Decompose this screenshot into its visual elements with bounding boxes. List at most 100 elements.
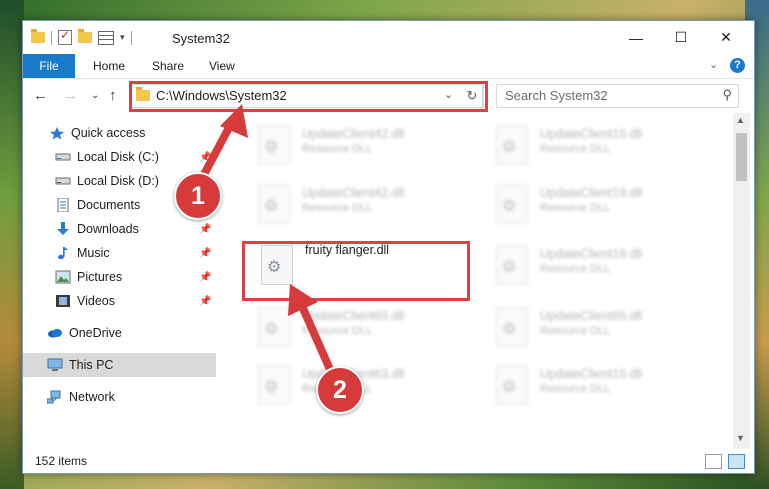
tab-home[interactable]: Home xyxy=(93,54,125,78)
ribbon-tabs: File Home Share View ⌄ ? xyxy=(23,54,754,79)
file-item[interactable]: UpdateClient65.dll Resource DLL xyxy=(248,303,478,353)
sidebar-item-local-disk-c[interactable]: Local Disk (C:) 📌 xyxy=(23,145,216,169)
file-item[interactable]: UpdateClient42.dll Resource DLL xyxy=(248,180,478,230)
sidebar-item-label: This PC xyxy=(69,358,114,372)
file-item[interactable]: UpdateClient42.dll Resource DLL xyxy=(248,121,478,171)
file-name: UpdateClient65.dll xyxy=(302,309,405,323)
scroll-down-icon[interactable]: ▼ xyxy=(736,433,745,443)
properties-check-icon[interactable] xyxy=(58,28,72,45)
videos-icon xyxy=(55,294,71,308)
pin-icon: 📌 xyxy=(199,271,212,283)
customize-toolbar-chevron-icon[interactable]: ▾ xyxy=(120,32,125,43)
dll-file-icon xyxy=(258,184,290,224)
sidebar-item-label: Downloads xyxy=(77,222,139,236)
expand-ribbon-chevron-icon[interactable]: ⌄ xyxy=(709,58,718,71)
pin-icon: 📌 xyxy=(199,295,212,307)
sidebar-item-label: Pictures xyxy=(77,270,123,284)
file-item[interactable]: UpdateClient15.dll Resource DLL xyxy=(486,361,716,411)
pin-icon: 📌 xyxy=(199,151,212,163)
file-name: UpdateClient19.dll xyxy=(540,186,643,200)
vertical-scrollbar[interactable]: ▲ ▼ xyxy=(733,113,750,449)
sidebar-item-downloads[interactable]: Downloads 📌 xyxy=(23,217,216,241)
file-item[interactable]: UpdateClient15.dll Resource DLL xyxy=(486,121,716,171)
file-name: UpdateClient15.dll xyxy=(540,127,643,141)
drive-icon xyxy=(55,174,71,188)
details-view-icon[interactable] xyxy=(705,454,722,469)
sidebar-item-network[interactable]: Network xyxy=(23,385,216,409)
sidebar-item-label: Local Disk (D:) xyxy=(77,174,159,188)
callout-badge-two: 2 xyxy=(316,366,364,414)
sidebar-item-label: Videos xyxy=(77,294,115,308)
sidebar-item-label: Quick access xyxy=(71,126,146,140)
dll-file-icon xyxy=(496,245,528,285)
address-bar-highlight xyxy=(129,81,488,112)
pin-icon: 📌 xyxy=(199,223,212,235)
tab-share[interactable]: Share xyxy=(152,54,184,78)
search-placeholder[interactable]: Search System32 xyxy=(505,88,608,103)
file-type: Resource DLL xyxy=(540,202,611,214)
pictures-icon xyxy=(55,270,71,284)
computer-icon xyxy=(47,358,63,372)
forward-arrow-icon[interactable]: → xyxy=(63,87,78,104)
dll-file-icon xyxy=(496,365,528,405)
file-type: Resource DLL xyxy=(540,325,611,337)
sidebar-item-label: Local Disk (C:) xyxy=(77,150,159,164)
dll-file-icon xyxy=(258,125,290,165)
up-arrow-icon[interactable]: ↑ xyxy=(109,87,117,104)
dll-file-icon xyxy=(258,365,290,405)
file-type: Resource DLL xyxy=(302,202,373,214)
file-type: Resource DLL xyxy=(540,383,611,395)
tab-view[interactable]: View xyxy=(209,54,235,78)
folder-icon xyxy=(31,29,45,43)
toolbar-divider xyxy=(130,30,132,45)
sidebar-item-videos[interactable]: Videos 📌 xyxy=(23,289,216,313)
callout-badge-one: 1 xyxy=(174,172,222,220)
file-item[interactable]: UpdateClient19.dll Resource DLL xyxy=(486,241,716,291)
minimize-button[interactable]: — xyxy=(613,21,659,54)
music-icon xyxy=(55,246,71,260)
tab-file[interactable]: File xyxy=(23,54,75,78)
file-type: Resource DLL xyxy=(302,325,373,337)
dll-file-icon xyxy=(496,184,528,224)
file-type: Resource DLL xyxy=(540,143,611,155)
file-item[interactable]: UpdateClient65.dll Resource DLL xyxy=(486,303,716,353)
maximize-button[interactable]: ☐ xyxy=(658,21,704,54)
new-folder-icon[interactable] xyxy=(78,29,92,43)
documents-icon xyxy=(55,197,71,213)
network-icon xyxy=(46,390,63,404)
status-bar: 152 items xyxy=(23,449,754,473)
sidebar-item-quick-access[interactable]: Quick access xyxy=(23,121,216,145)
properties-icon[interactable] xyxy=(98,30,114,45)
sidebar-item-pictures[interactable]: Pictures 📌 xyxy=(23,265,216,289)
file-item[interactable]: UpdateClient19.dll Resource DLL xyxy=(486,180,716,230)
recent-locations-chevron-icon[interactable]: ⌄ xyxy=(91,90,99,101)
file-type: Resource DLL xyxy=(540,263,611,275)
navigation-pane: Quick access Local Disk (C:) 📌 Local Dis… xyxy=(23,113,216,449)
refresh-button-highlight xyxy=(459,81,488,112)
dll-file-icon xyxy=(496,125,528,165)
sidebar-item-this-pc[interactable]: This PC xyxy=(23,353,216,377)
search-icon[interactable]: ⚲ xyxy=(722,87,732,103)
search-box[interactable]: Search System32 ⚲ xyxy=(496,84,739,108)
window-title: System32 xyxy=(172,31,230,46)
file-name: UpdateClient42.dll xyxy=(302,186,405,200)
drive-icon xyxy=(55,150,71,164)
dll-file-icon xyxy=(496,307,528,347)
help-icon[interactable]: ? xyxy=(730,58,745,73)
downloads-icon xyxy=(55,222,71,236)
file-highlight xyxy=(242,241,470,301)
sidebar-item-label: Network xyxy=(69,390,115,404)
sidebar-item-onedrive[interactable]: OneDrive xyxy=(23,321,216,345)
sidebar-item-label: Music xyxy=(77,246,110,260)
pin-icon: 📌 xyxy=(199,247,212,259)
file-name: UpdateClient15.dll xyxy=(540,367,643,381)
dll-file-icon xyxy=(258,307,290,347)
sidebar-item-music[interactable]: Music 📌 xyxy=(23,241,216,265)
close-button[interactable]: ✕ xyxy=(703,21,749,54)
scroll-up-icon[interactable]: ▲ xyxy=(736,115,745,125)
scrollbar-thumb[interactable] xyxy=(736,133,747,181)
back-arrow-icon[interactable]: ← xyxy=(33,87,48,104)
file-name: UpdateClient42.dll xyxy=(302,127,405,141)
large-icons-view-icon[interactable] xyxy=(728,454,745,469)
item-count: 152 items xyxy=(35,454,88,468)
